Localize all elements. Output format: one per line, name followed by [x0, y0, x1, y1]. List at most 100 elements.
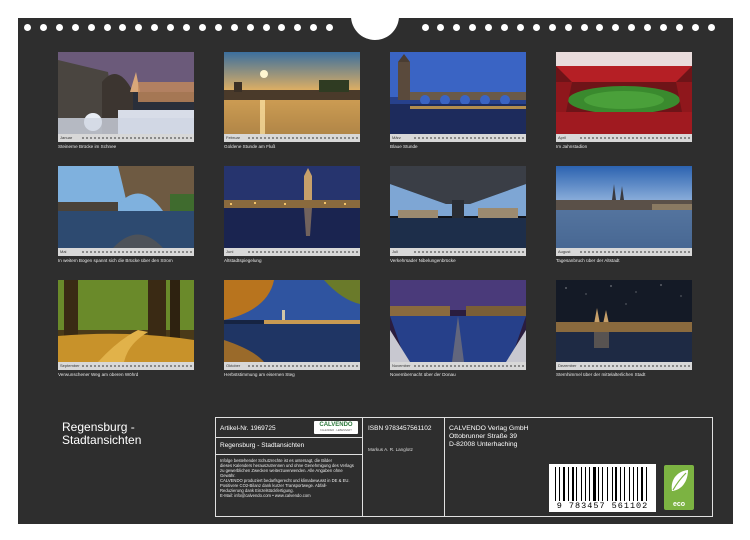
- month-label: Juli: [392, 249, 399, 254]
- binding-hole: [469, 24, 477, 31]
- day-markers: [414, 137, 524, 139]
- binding-hole: [644, 24, 652, 31]
- month-caption: Goldene Stunde am Fluß: [224, 144, 276, 149]
- day-markers: [414, 365, 524, 367]
- calendar-strip: Dezember: [556, 362, 692, 370]
- month-tile: September Verwunschener Weg am oberen Wö…: [58, 280, 194, 377]
- day-markers: [248, 251, 358, 253]
- month-tile: Januar Steinerne Brücke im Schnee: [58, 52, 194, 149]
- binding-hole: [214, 24, 222, 31]
- binding-hole: [262, 24, 270, 31]
- month-photo: [58, 166, 194, 248]
- month-label: Februar: [226, 135, 241, 140]
- binding-hole: [691, 24, 699, 31]
- binding-hole: [453, 24, 461, 31]
- binding-hole: [246, 24, 254, 31]
- binding-hole: [310, 24, 318, 31]
- binding-hole: [183, 24, 190, 31]
- binding-hole: [485, 24, 493, 31]
- month-tile: Mai In weitem Bogen spannt sich die Brüc…: [58, 166, 194, 263]
- month-caption: Im Jahnstadion: [556, 144, 588, 149]
- calendar-strip: März: [390, 134, 526, 142]
- month-label: April: [558, 135, 567, 140]
- month-tile: Juli Verkehrsader Nibelungenbrücke: [390, 166, 526, 263]
- month-label: Januar: [60, 135, 73, 140]
- month-tile: April Im Jahnstadion: [556, 52, 692, 149]
- binding-hole: [167, 24, 175, 31]
- month-tile: November Novembernacht über der Donau: [390, 280, 526, 377]
- binding-hole: [71, 24, 79, 31]
- binding-hole: [596, 24, 604, 31]
- article-number: Artikel-Nr. 1969725: [220, 425, 276, 432]
- binding-hole: [628, 24, 636, 31]
- isbn-barcode: 9 783457 561102: [549, 464, 656, 512]
- day-markers: [248, 137, 358, 139]
- binding-hole: [421, 24, 429, 31]
- month-caption: Verkehrsader Nibelungenbrücke: [390, 258, 456, 263]
- month-caption: In weitem Bogen spannt sich die Brücke ü…: [58, 258, 173, 263]
- calendar-strip: August: [556, 248, 692, 256]
- info-panel: Artikel-Nr. 1969725 CALVENDO KALENDER · …: [215, 417, 713, 517]
- binding-hole: [119, 24, 127, 31]
- barcode-number: 9 783457 561102: [556, 501, 649, 511]
- legal-line: E-Mail: info@calvendo.com • www.calvendo…: [220, 493, 311, 498]
- binding-hole: [707, 24, 715, 31]
- month-label: März: [392, 135, 401, 140]
- day-markers: [580, 251, 690, 253]
- binding-hole: [55, 24, 63, 31]
- month-caption: Verwunschener Weg am oberen Wöhrd: [58, 372, 139, 377]
- calendar-strip: September: [58, 362, 194, 370]
- binding-hole: [87, 24, 95, 31]
- binding-hole: [230, 24, 238, 31]
- binding-hole: [151, 24, 159, 31]
- day-markers: [82, 137, 192, 139]
- binding-hole: [437, 24, 445, 31]
- binding-hole: [548, 24, 556, 31]
- month-label: Mai: [60, 249, 67, 254]
- binding-hole: [501, 24, 508, 31]
- leaf-icon: [671, 470, 688, 491]
- month-caption: Herbststimmung am eisernen Steg: [224, 372, 295, 377]
- calendar-strip: Juli: [390, 248, 526, 256]
- calendar-strip: Mai: [58, 248, 194, 256]
- binding-hole: [580, 24, 588, 31]
- publisher-name: CALVENDO Verlag GmbH: [449, 425, 529, 432]
- month-photo: [224, 52, 360, 134]
- calendar-strip: Oktober: [224, 362, 360, 370]
- month-caption: Altstadtspiegelung: [224, 258, 262, 263]
- month-photo: [224, 280, 360, 362]
- day-markers: [82, 365, 192, 367]
- month-photo: [556, 166, 692, 248]
- month-caption: Steinerne Brücke im Schnee: [58, 144, 117, 149]
- day-markers: [248, 365, 358, 367]
- month-label: Dezember: [558, 363, 577, 368]
- calendar-strip: April: [556, 134, 692, 142]
- calendar-strip: Juni: [224, 248, 360, 256]
- binding-hole: [564, 24, 572, 31]
- legal-line: zu gewerblichen Zwecken weiterzuverwende…: [220, 468, 343, 473]
- month-label: Juni: [226, 249, 234, 254]
- calendar-title: Regensburg - Stadtansichten: [62, 420, 142, 447]
- day-markers: [82, 251, 192, 253]
- month-caption: Blaue Stunde: [390, 144, 418, 149]
- eco-badge: eco: [664, 465, 694, 510]
- month-photo: [58, 280, 194, 362]
- binding-hole: [135, 24, 143, 31]
- month-photo: [390, 166, 526, 248]
- month-photo: [224, 166, 360, 248]
- calendar-back-sheet: Januar Steinerne Brücke im Schnee Februa…: [18, 8, 733, 524]
- month-photo: [390, 280, 526, 362]
- binding-hole: [103, 24, 111, 31]
- author: Markus A. R. Langlotz: [368, 447, 413, 452]
- binding-hole: [675, 24, 683, 31]
- hanger-notch: [351, 8, 399, 40]
- month-label: November: [392, 363, 411, 368]
- publisher-street: Ottobrunner Straße 39: [449, 433, 518, 440]
- binding-hole: [660, 24, 667, 31]
- month-caption: Sternhimmel über der mittelalterlichen S…: [556, 372, 646, 377]
- publisher-city: D-82008 Unterhaching: [449, 441, 518, 448]
- day-markers: [414, 251, 524, 253]
- binding-hole: [24, 24, 31, 31]
- month-label: Oktober: [226, 363, 241, 368]
- month-label: September: [60, 363, 80, 368]
